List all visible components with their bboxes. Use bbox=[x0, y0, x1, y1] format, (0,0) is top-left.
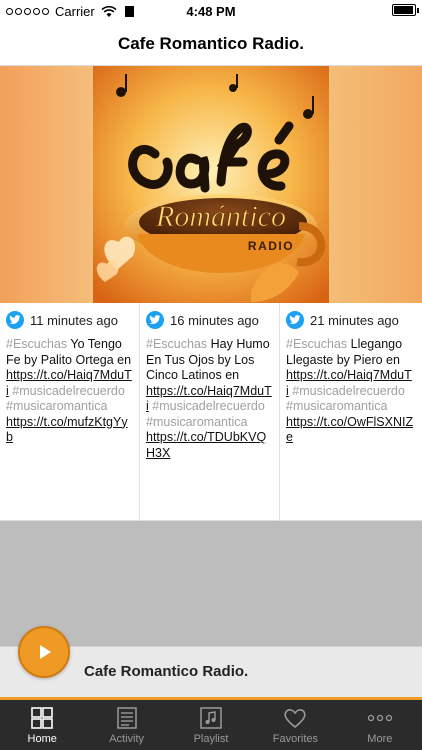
tweet-card[interactable]: 21 minutes ago #Escuchas Llegango Llegast… bbox=[280, 303, 420, 521]
tab-more-label: More bbox=[367, 733, 393, 745]
tweet-card[interactable]: 11 minutes ago #Escuchas Yo Tengo Fe by P… bbox=[0, 303, 140, 521]
tab-bar: Home Activity Playlist Favorites More bbox=[0, 700, 422, 750]
player-station-title: Cafe Romantico Radio. bbox=[84, 663, 249, 680]
logo-subtitle: Romántico bbox=[155, 200, 286, 233]
status-bar: Carrier 4:48 PM bbox=[0, 0, 422, 22]
tweet-text: #Escuchas Llegango Llegaste by Piero en … bbox=[286, 337, 414, 446]
tweet-text: #Escuchas Yo Tengo Fe by Palito Ortega e… bbox=[6, 337, 133, 446]
tweet-timestamp: 16 minutes ago bbox=[170, 312, 259, 328]
tab-favorites-label: Favorites bbox=[272, 733, 319, 745]
tweet-link[interactable]: https://t.co/mufzKtgYyb bbox=[6, 415, 128, 445]
hero-banner: Romántico RADIO bbox=[0, 66, 422, 303]
tab-more[interactable]: More bbox=[338, 700, 422, 750]
tweet-hashtag[interactable]: #musicadelrecuerdo #musicaromantica bbox=[146, 399, 265, 429]
play-icon bbox=[40, 645, 51, 659]
tweet-timestamp: 21 minutes ago bbox=[310, 312, 399, 328]
battery-icon bbox=[392, 4, 419, 16]
tweet-text: #Escuchas Hay Humo En Tus Ojos by Los Ci… bbox=[146, 337, 273, 461]
twitter-bird-icon bbox=[286, 311, 304, 329]
logo-tag: RADIO bbox=[248, 239, 294, 253]
page-title: Cafe Romantico Radio. bbox=[117, 33, 305, 53]
tweet-card[interactable]: 16 minutes ago #Escuchas Hay Humo En Tus … bbox=[140, 303, 280, 521]
tweet-hashtag[interactable]: #Escuchas bbox=[6, 337, 67, 351]
tweet-timestamp: 11 minutes ago bbox=[30, 312, 118, 328]
tweet-hashtag[interactable]: #musicadelrecuerdo #musicaromantica bbox=[286, 384, 405, 414]
tweet-header: 16 minutes ago bbox=[146, 311, 273, 329]
tab-activity-label: Activity bbox=[109, 733, 145, 745]
station-logo: Romántico RADIO bbox=[93, 66, 329, 303]
tab-playlist-label: Playlist bbox=[193, 733, 229, 745]
twitter-bird-icon bbox=[6, 311, 24, 329]
more-dots-icon bbox=[367, 714, 392, 722]
navigation-bar: Cafe Romantico Radio. bbox=[0, 22, 422, 66]
heart-icon bbox=[284, 709, 307, 729]
activity-list-icon bbox=[116, 707, 137, 729]
battery-level bbox=[394, 6, 413, 14]
tab-favorites[interactable]: Favorites bbox=[253, 700, 337, 750]
tweet-header: 11 minutes ago bbox=[6, 311, 133, 329]
tab-home-label: Home bbox=[27, 733, 57, 745]
tweet-header: 21 minutes ago bbox=[286, 311, 414, 329]
twitter-bird-icon bbox=[146, 311, 164, 329]
tab-playlist[interactable]: Playlist bbox=[169, 700, 253, 750]
tweet-link[interactable]: https://t.co/TDUbKVQH3X bbox=[146, 430, 266, 460]
tweet-hashtag[interactable]: #Escuchas bbox=[286, 337, 347, 351]
tab-activity[interactable]: Activity bbox=[84, 700, 168, 750]
tweet-hashtag[interactable]: #musicadelrecuerdo #musicaromantica bbox=[6, 384, 125, 414]
tweet-hashtag[interactable]: #Escuchas bbox=[146, 337, 207, 351]
home-grid-icon bbox=[31, 707, 54, 729]
play-button[interactable] bbox=[18, 626, 70, 678]
playlist-music-icon bbox=[200, 707, 222, 729]
content-background bbox=[0, 521, 422, 646]
tweet-link[interactable]: https://t.co/OwFlSXNIZe bbox=[286, 415, 413, 445]
tweet-feed[interactable]: 11 minutes ago #Escuchas Yo Tengo Fe by P… bbox=[0, 303, 422, 521]
tab-home[interactable]: Home bbox=[0, 700, 84, 750]
status-time: 4:48 PM bbox=[186, 4, 236, 19]
